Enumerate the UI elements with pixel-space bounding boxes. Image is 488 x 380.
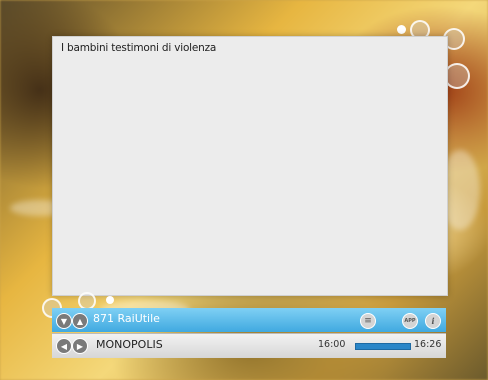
end-time: 16:26 (414, 339, 442, 350)
program-progress-bar (355, 343, 411, 350)
start-time: 16:00 (318, 339, 346, 350)
menu-lines-icon[interactable]: ≡ (360, 313, 376, 329)
previous-program-icon[interactable]: ◀ (56, 338, 72, 354)
program-title: I bambini testimoni di violenza (61, 42, 217, 54)
channel-up-icon[interactable]: ▲ (72, 313, 88, 329)
info-icon[interactable]: i (425, 313, 441, 329)
decorative-dot (106, 296, 114, 304)
channel-bar: ▼ ▲ 871 RaiUtile ≡ APP i (52, 308, 446, 332)
program-name: MONOPOLIS (96, 338, 163, 351)
channel-name: 871 RaiUtile (93, 312, 160, 325)
channel-down-icon[interactable]: ▼ (56, 313, 72, 329)
app-icon[interactable]: APP (402, 313, 418, 329)
next-program-icon[interactable]: ▶ (72, 338, 88, 354)
program-info-panel: I bambini testimoni di violenza (52, 36, 448, 296)
decorative-dot (397, 25, 406, 34)
